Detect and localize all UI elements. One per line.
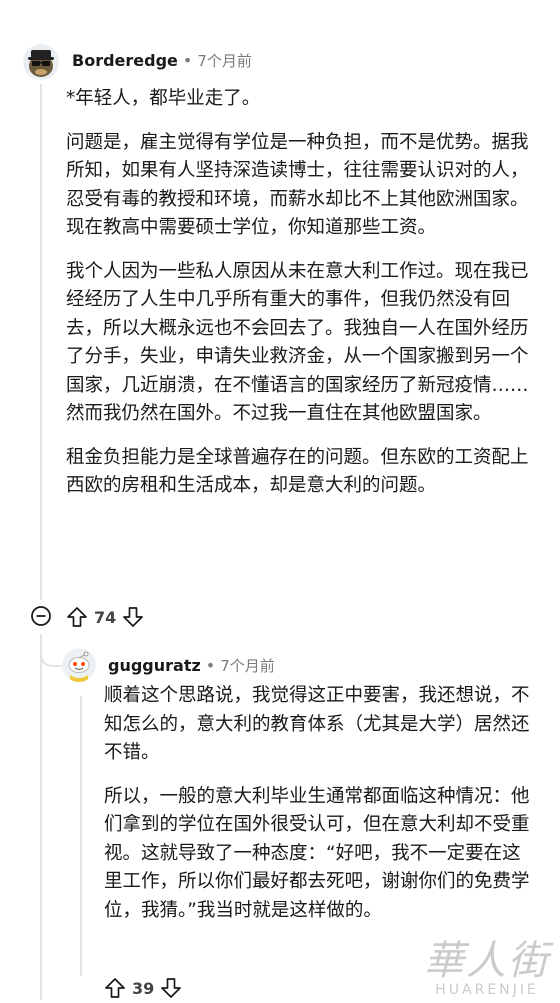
thread-line-main — [40, 84, 42, 600]
avatar-gugguratz[interactable] — [62, 648, 96, 682]
comment-timestamp[interactable]: 7个月前 — [197, 50, 252, 71]
reply-actions: 39 — [102, 973, 184, 1003]
comment-paragraph: 问题是，雇主觉得有学位是一种负担，而不是优势。据我所知，如果有人坚持深造读博士，… — [66, 131, 529, 239]
thread-line-branch — [40, 634, 42, 1000]
comment-author[interactable]: Borderedge — [72, 51, 178, 70]
comment-paragraph: 租金负担能力是全球普遍存在的问题。但东欧的工资配上西欧的房租和生活成本，却是意大… — [66, 446, 529, 497]
reply-body: 顺着这个思路说，我觉得这正中要害，我还想说，不知怎么的，意大利的教育体系（尤其是… — [104, 682, 534, 940]
comment-paragraph: 我个人因为一些私人原因从未在意大利工作过。现在我已经经历了人生中几乎所有重大的事… — [66, 260, 529, 425]
upvote-arrow-icon[interactable] — [64, 604, 90, 630]
meta-separator: • — [205, 655, 216, 675]
vote-score: 39 — [132, 978, 155, 998]
reply-header: gugguratz • 7个月前 — [108, 650, 275, 680]
watermark: 華人街 HUARENJIE — [424, 940, 550, 998]
watermark-logo: 華人街 — [424, 938, 550, 984]
meta-separator: • — [182, 50, 193, 70]
comment-actions: 74 — [64, 602, 146, 632]
avatar-borderedge[interactable] — [23, 44, 59, 80]
collapse-minus-icon[interactable] — [29, 604, 53, 628]
upvote-arrow-icon[interactable] — [102, 975, 128, 1001]
downvote-arrow-icon[interactable] — [120, 604, 146, 630]
reply-author[interactable]: gugguratz — [108, 656, 201, 675]
reply-timestamp[interactable]: 7个月前 — [220, 655, 275, 676]
reply-paragraph: 所以，一般的意大利毕业生通常都面临这种情况：他们拿到的学位在国外很受认可，但在意… — [104, 785, 530, 921]
comment-body: *年轻人，都毕业走了。 问题是，雇主觉得有学位是一种负担，而不是优势。据我所知，… — [66, 85, 536, 516]
comment-paragraph: *年轻人，都毕业走了。 — [66, 88, 261, 109]
reply-paragraph: 顺着这个思路说，我觉得这正中要害，我还想说，不知怎么的，意大利的教育体系（尤其是… — [104, 685, 530, 763]
comment-header: Borderedge • 7个月前 — [72, 45, 252, 75]
watermark-subtitle: HUARENJIE — [435, 982, 539, 998]
vote-score: 74 — [94, 607, 117, 627]
downvote-arrow-icon[interactable] — [158, 975, 184, 1001]
thread-line-reply — [80, 696, 82, 976]
thread-connector — [40, 634, 64, 667]
